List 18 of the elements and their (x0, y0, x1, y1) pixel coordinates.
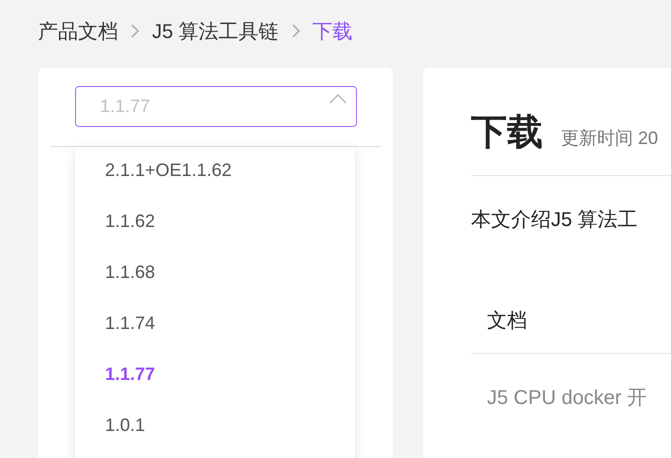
breadcrumb-link[interactable]: 产品文档 (38, 18, 118, 44)
version-option[interactable]: 1.1.74 (75, 298, 355, 349)
update-time: 更新时间 20 (561, 127, 658, 150)
page-title: 下载 (471, 110, 543, 154)
breadcrumb-link[interactable]: J5 算法工具链 (152, 18, 279, 44)
intro-text: 本文介绍J5 算法工 (471, 208, 639, 233)
table-cell: J5 CPU docker 开 (487, 387, 648, 409)
version-option[interactable]: 1.0.1 (75, 400, 355, 451)
version-select[interactable]: 1.1.77 (75, 86, 357, 127)
version-option[interactable]: 1.1.77 (75, 349, 355, 400)
breadcrumb-link[interactable]: 下载 (312, 18, 353, 44)
version-option[interactable]: 1.1.68 (75, 247, 355, 298)
chevron-right-icon (290, 24, 301, 38)
caret-icon (329, 94, 347, 104)
column-header: 文档 (487, 310, 527, 332)
version-option[interactable]: 1.1.62 (75, 196, 355, 247)
chevron-right-icon (130, 24, 140, 38)
version-option[interactable]: 2.1.1+OE1.1.62 (75, 145, 355, 196)
